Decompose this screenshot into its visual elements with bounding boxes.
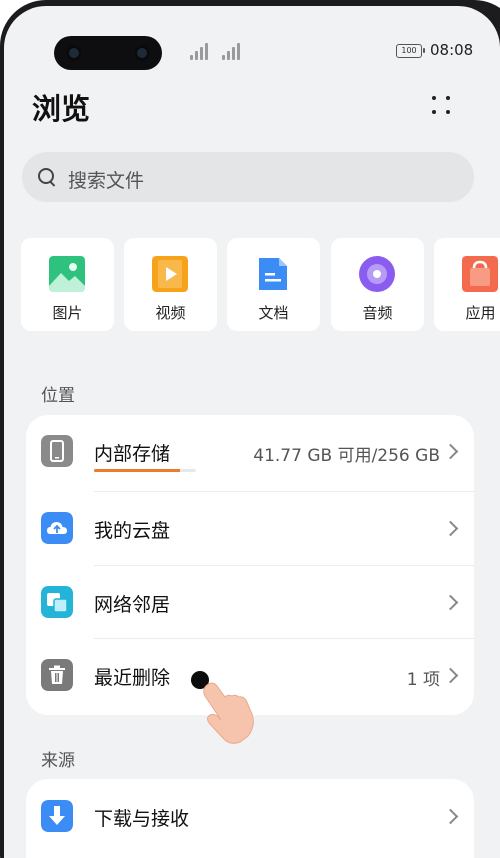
source-card: 下载与接收 bbox=[26, 779, 474, 858]
camera-cutout bbox=[54, 36, 162, 70]
deleted-count: 1 项 bbox=[406, 670, 440, 690]
phone-frame: 100 08:08 浏览 搜索文件 图片 视频 文档 音频 应用 位置 内部存储… bbox=[0, 0, 500, 858]
search-icon bbox=[38, 168, 54, 184]
location-row-cloud[interactable]: 我的云盘 bbox=[26, 492, 474, 564]
signal-icon bbox=[190, 42, 208, 60]
category-label: 图片 bbox=[52, 304, 83, 322]
download-icon bbox=[41, 800, 73, 832]
category-label: 应用 bbox=[465, 304, 496, 322]
video-icon bbox=[152, 256, 188, 292]
category-apps[interactable]: 应用 bbox=[434, 238, 500, 331]
location-label: 我的云盘 bbox=[94, 520, 171, 542]
category-label: 文档 bbox=[258, 304, 289, 322]
status-bar: 100 08:08 bbox=[4, 6, 500, 76]
storage-progress-fill bbox=[94, 469, 180, 472]
search-bar[interactable]: 搜索文件 bbox=[22, 152, 474, 202]
storage-progress-bar bbox=[94, 469, 196, 472]
more-options-button[interactable] bbox=[428, 90, 454, 118]
chevron-right-icon bbox=[442, 667, 459, 684]
location-label: 最近删除 bbox=[94, 667, 171, 689]
cloud-icon bbox=[41, 512, 73, 544]
category-label: 视频 bbox=[155, 304, 186, 322]
network-icon bbox=[41, 586, 73, 618]
category-videos[interactable]: 视频 bbox=[124, 238, 217, 331]
page-title: 浏览 bbox=[32, 92, 91, 126]
location-row-internal-storage[interactable]: 内部存储 41.77 GB 可用/256 GB bbox=[26, 415, 474, 487]
audio-icon bbox=[359, 256, 395, 292]
trash-icon bbox=[41, 659, 73, 691]
location-label: 内部存储 bbox=[94, 443, 171, 465]
screen: 100 08:08 浏览 搜索文件 图片 视频 文档 音频 应用 位置 内部存储… bbox=[4, 6, 500, 858]
location-row-network[interactable]: 网络邻居 bbox=[26, 566, 474, 638]
document-icon bbox=[259, 258, 287, 290]
search-placeholder: 搜索文件 bbox=[68, 170, 145, 192]
category-label: 音频 bbox=[362, 304, 393, 322]
chevron-right-icon bbox=[442, 594, 459, 611]
front-camera bbox=[66, 45, 82, 61]
app-icon bbox=[462, 256, 498, 292]
chevron-right-icon bbox=[442, 808, 459, 825]
source-label: 下载与接收 bbox=[94, 808, 190, 830]
source-row-downloads[interactable]: 下载与接收 bbox=[26, 780, 474, 852]
signal-icon bbox=[222, 42, 240, 60]
chevron-right-icon bbox=[442, 520, 459, 537]
battery-icon: 100 bbox=[396, 44, 425, 58]
image-icon bbox=[49, 256, 85, 292]
storage-value: 41.77 GB 可用/256 GB bbox=[253, 446, 440, 466]
tap-hand-icon bbox=[191, 671, 254, 744]
section-title-source: 来源 bbox=[41, 751, 75, 771]
section-title-location: 位置 bbox=[41, 386, 75, 406]
chevron-right-icon bbox=[442, 443, 459, 460]
front-camera bbox=[134, 45, 150, 61]
location-label: 网络邻居 bbox=[94, 594, 171, 616]
phone-icon bbox=[41, 435, 73, 467]
category-documents[interactable]: 文档 bbox=[227, 238, 320, 331]
category-images[interactable]: 图片 bbox=[21, 238, 114, 331]
clock: 08:08 bbox=[430, 41, 474, 59]
category-audio[interactable]: 音频 bbox=[331, 238, 424, 331]
